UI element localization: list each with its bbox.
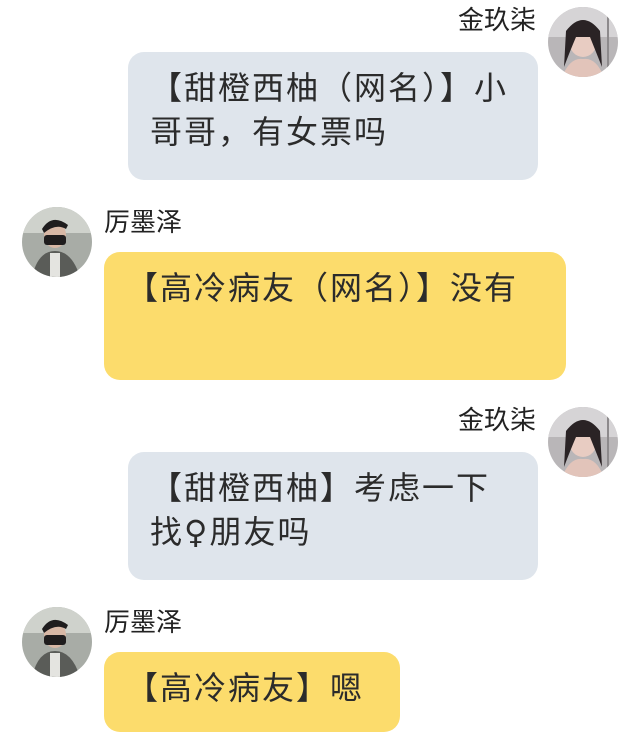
message-row: 金玖柒 【甜橙西柚（网名）】小哥哥，有女票吗	[0, 0, 640, 190]
sender-name: 金玖柒	[457, 406, 536, 436]
message-bubble: 【甜橙西柚（网名）】小哥哥，有女票吗	[128, 52, 538, 180]
avatar-female-icon[interactable]	[548, 7, 618, 77]
avatar-female-icon[interactable]	[548, 407, 618, 477]
message-bubble: 【高冷病友（网名）】没有	[104, 252, 566, 380]
avatar-male-icon[interactable]	[22, 207, 92, 277]
message-row: 厉墨泽 【高冷病友（网名）】没有	[0, 200, 640, 390]
avatar-male-icon[interactable]	[22, 607, 92, 677]
message-row: 厉墨泽 【高冷病友】嗯	[0, 600, 640, 740]
chat-conversation: 金玖柒 【甜橙西柚（网名）】小哥哥，有女票吗 厉墨泽 【高冷病友（网名）】没有	[0, 0, 640, 748]
sender-name: 厉墨泽	[104, 208, 183, 238]
message-bubble: 【甜橙西柚】考虑一下找♀朋友吗	[128, 452, 538, 580]
message-row: 金玖柒 【甜橙西柚】考虑一下找♀朋友吗	[0, 400, 640, 590]
sender-name: 金玖柒	[457, 6, 536, 36]
message-bubble: 【高冷病友】嗯	[104, 652, 400, 732]
sender-name: 厉墨泽	[104, 608, 183, 638]
